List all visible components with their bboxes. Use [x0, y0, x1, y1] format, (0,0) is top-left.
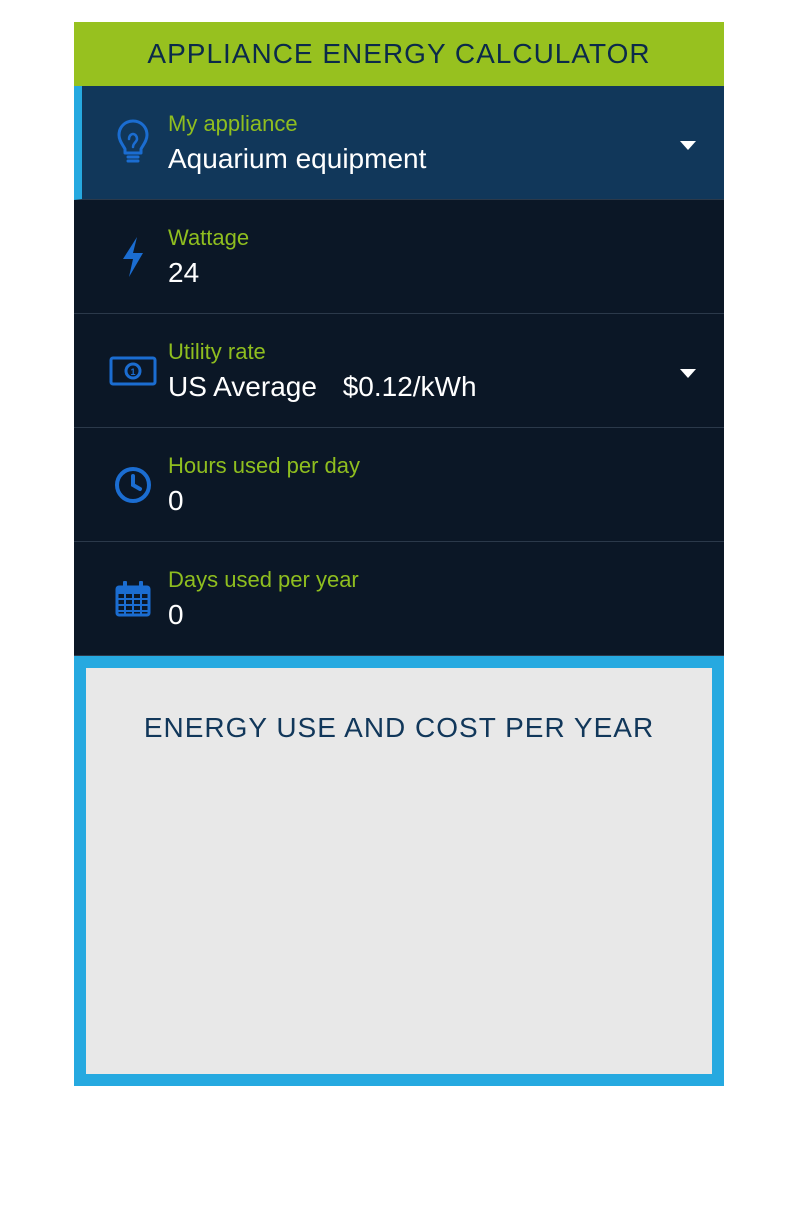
wattage-label: Wattage: [168, 225, 702, 251]
appliance-selector-row[interactable]: My appliance Aquarium equipment: [74, 86, 724, 200]
days-label: Days used per year: [168, 567, 702, 593]
appliance-energy-calculator: APPLIANCE ENERGY CALCULATOR My appliance…: [74, 22, 724, 1086]
chevron-down-icon: [680, 369, 696, 378]
days-content: Days used per year 0: [168, 567, 702, 631]
lightbulb-icon: [98, 119, 168, 167]
utility-rate-row[interactable]: 1 Utility rate US Average $0.12/kWh: [74, 314, 724, 428]
utility-rate-content: Utility rate US Average $0.12/kWh: [168, 339, 702, 403]
clock-icon: [98, 465, 168, 505]
page-title: APPLIANCE ENERGY CALCULATOR: [147, 38, 650, 69]
wattage-row[interactable]: Wattage 24: [74, 200, 724, 314]
svg-text:1: 1: [130, 367, 135, 377]
wattage-value: 24: [168, 257, 702, 289]
appliance-content: My appliance Aquarium equipment: [168, 111, 702, 175]
days-value: 0: [168, 599, 702, 631]
wattage-content: Wattage 24: [168, 225, 702, 289]
chevron-down-icon: [680, 141, 696, 150]
utility-rate-amount: $0.12/kWh: [343, 371, 477, 402]
calendar-icon: [98, 579, 168, 619]
money-icon: 1: [98, 356, 168, 386]
results-panel: ENERGY USE AND COST PER YEAR: [74, 656, 724, 1086]
hours-per-day-row[interactable]: Hours used per day 0: [74, 428, 724, 542]
hours-label: Hours used per day: [168, 453, 702, 479]
utility-rate-region: US Average: [168, 371, 317, 402]
utility-rate-label: Utility rate: [168, 339, 702, 365]
calculator-header: APPLIANCE ENERGY CALCULATOR: [74, 22, 724, 86]
lightning-bolt-icon: [98, 235, 168, 279]
hours-content: Hours used per day 0: [168, 453, 702, 517]
results-title: ENERGY USE AND COST PER YEAR: [106, 712, 692, 744]
days-per-year-row[interactable]: Days used per year 0: [74, 542, 724, 656]
utility-rate-value: US Average $0.12/kWh: [168, 371, 702, 403]
appliance-value: Aquarium equipment: [168, 143, 702, 175]
appliance-label: My appliance: [168, 111, 702, 137]
hours-value: 0: [168, 485, 702, 517]
